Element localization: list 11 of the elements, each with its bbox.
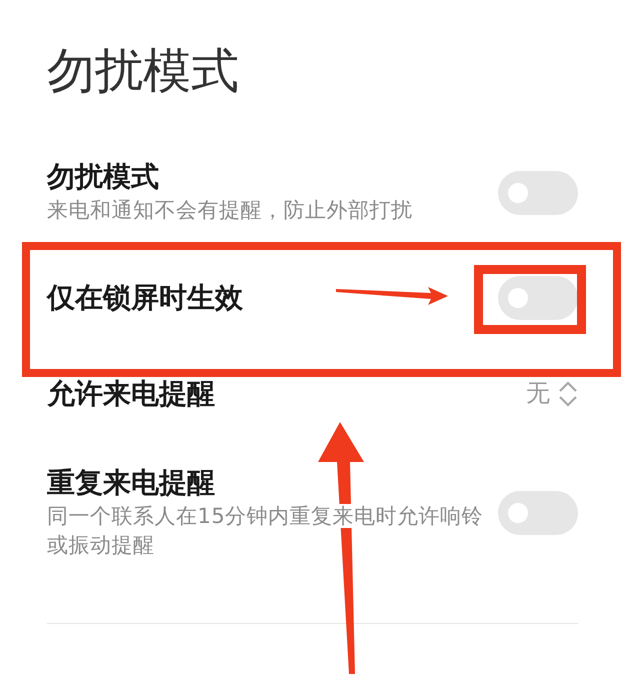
- page-title: 勿扰模式: [47, 48, 239, 96]
- setting-title: 勿扰模式: [47, 160, 159, 194]
- setting-description: 来电和通知不会有提醒，防止外部打扰: [47, 198, 412, 222]
- setting-title: 仅在锁屏时生效: [47, 281, 243, 315]
- toggle-switch[interactable]: [498, 171, 578, 215]
- setting-title: 允许来电提醒: [47, 377, 215, 411]
- value-selector[interactable]: 无: [526, 379, 578, 409]
- toggle-switch[interactable]: [498, 491, 578, 535]
- setting-title: 重复来电提醒: [47, 466, 215, 500]
- up-down-chevron-icon: [558, 381, 578, 407]
- toggle-switch[interactable]: [498, 276, 578, 320]
